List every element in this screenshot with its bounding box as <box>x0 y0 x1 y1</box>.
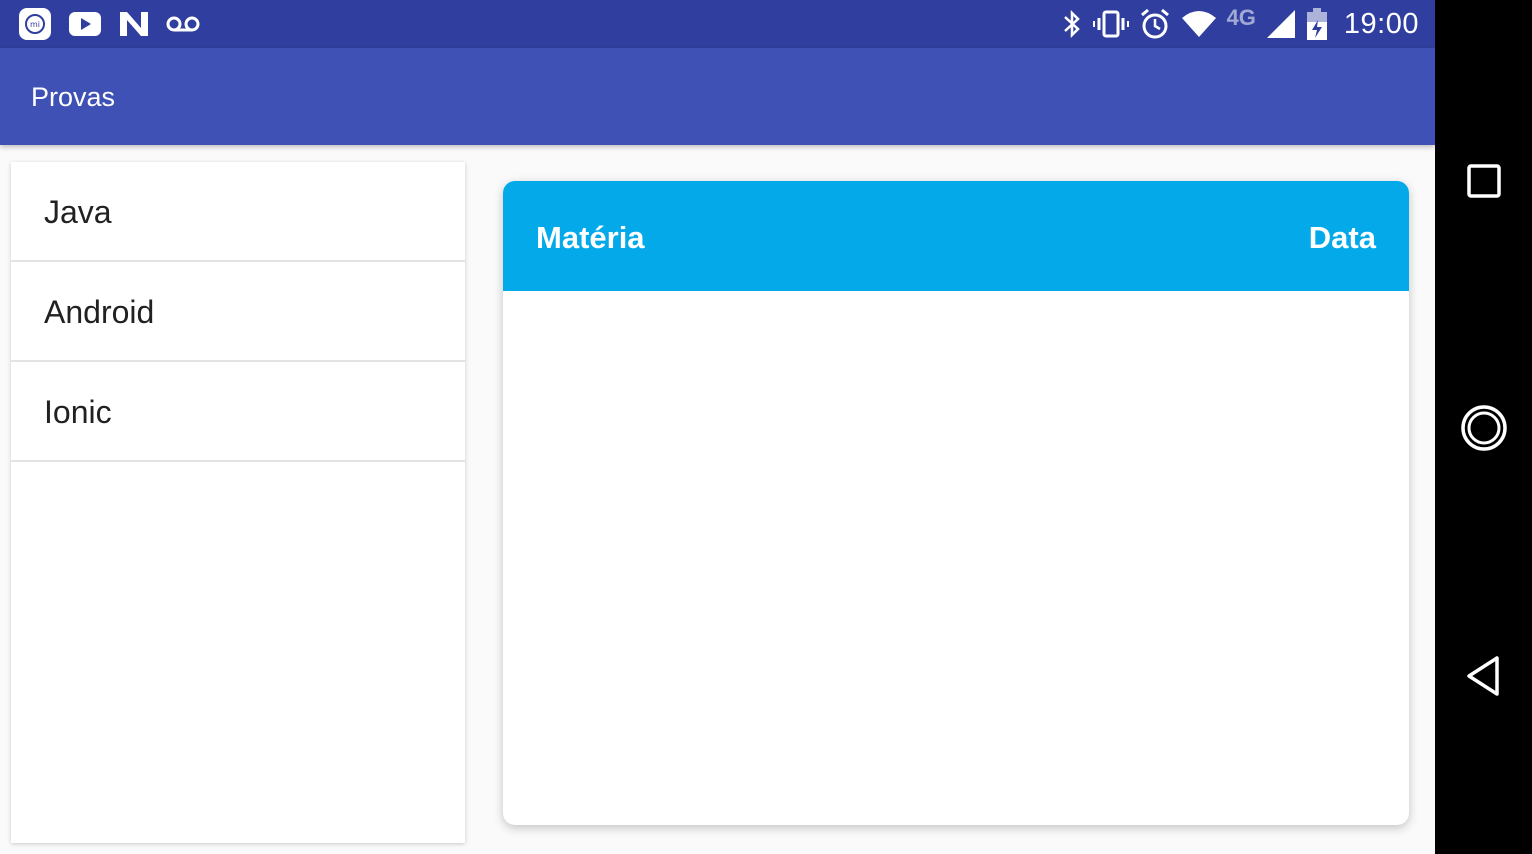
signal-icon <box>1266 9 1296 39</box>
exams-table-card: Matéria Data <box>503 181 1409 825</box>
column-header-data: Data <box>1308 220 1376 255</box>
column-header-materia: Matéria <box>536 220 645 255</box>
network-type-label: 4G <box>1226 5 1256 30</box>
mi-icon: mi <box>18 7 52 41</box>
alarm-icon <box>1139 8 1171 40</box>
back-button[interactable] <box>1435 652 1532 704</box>
table-header: Matéria Data <box>503 181 1409 291</box>
notification-icons: mi <box>18 8 200 40</box>
navigation-bar <box>1435 0 1532 854</box>
home-icon <box>1459 403 1509 458</box>
clock: 19:00 <box>1343 7 1419 40</box>
svg-text:mi: mi <box>30 20 40 29</box>
recents-button[interactable] <box>1435 158 1532 208</box>
youtube-icon <box>68 11 102 37</box>
vibrate-icon <box>1092 9 1129 39</box>
system-icons: 4G 19:00 <box>1061 4 1419 44</box>
recents-icon <box>1466 163 1502 204</box>
battery-icon <box>1306 8 1328 40</box>
n-icon <box>118 10 150 38</box>
back-icon <box>1464 654 1504 703</box>
app-bar: Provas <box>0 48 1435 145</box>
list-item-java[interactable]: Java <box>11 162 465 262</box>
page-title: Provas <box>31 82 116 112</box>
home-button[interactable] <box>1435 400 1532 460</box>
status-bar: mi 4G 19:00 <box>0 0 1435 48</box>
list-item-android[interactable]: Android <box>11 262 465 362</box>
list-item-ionic[interactable]: Ionic <box>11 362 465 462</box>
voicemail-icon <box>166 14 200 34</box>
list-item-label: Android <box>44 294 155 330</box>
list-item-label: Java <box>44 194 112 230</box>
wifi-icon <box>1181 10 1217 38</box>
bluetooth-icon <box>1061 9 1083 39</box>
subjects-list: Java Android Ionic <box>11 162 465 843</box>
list-item-label: Ionic <box>44 394 112 430</box>
